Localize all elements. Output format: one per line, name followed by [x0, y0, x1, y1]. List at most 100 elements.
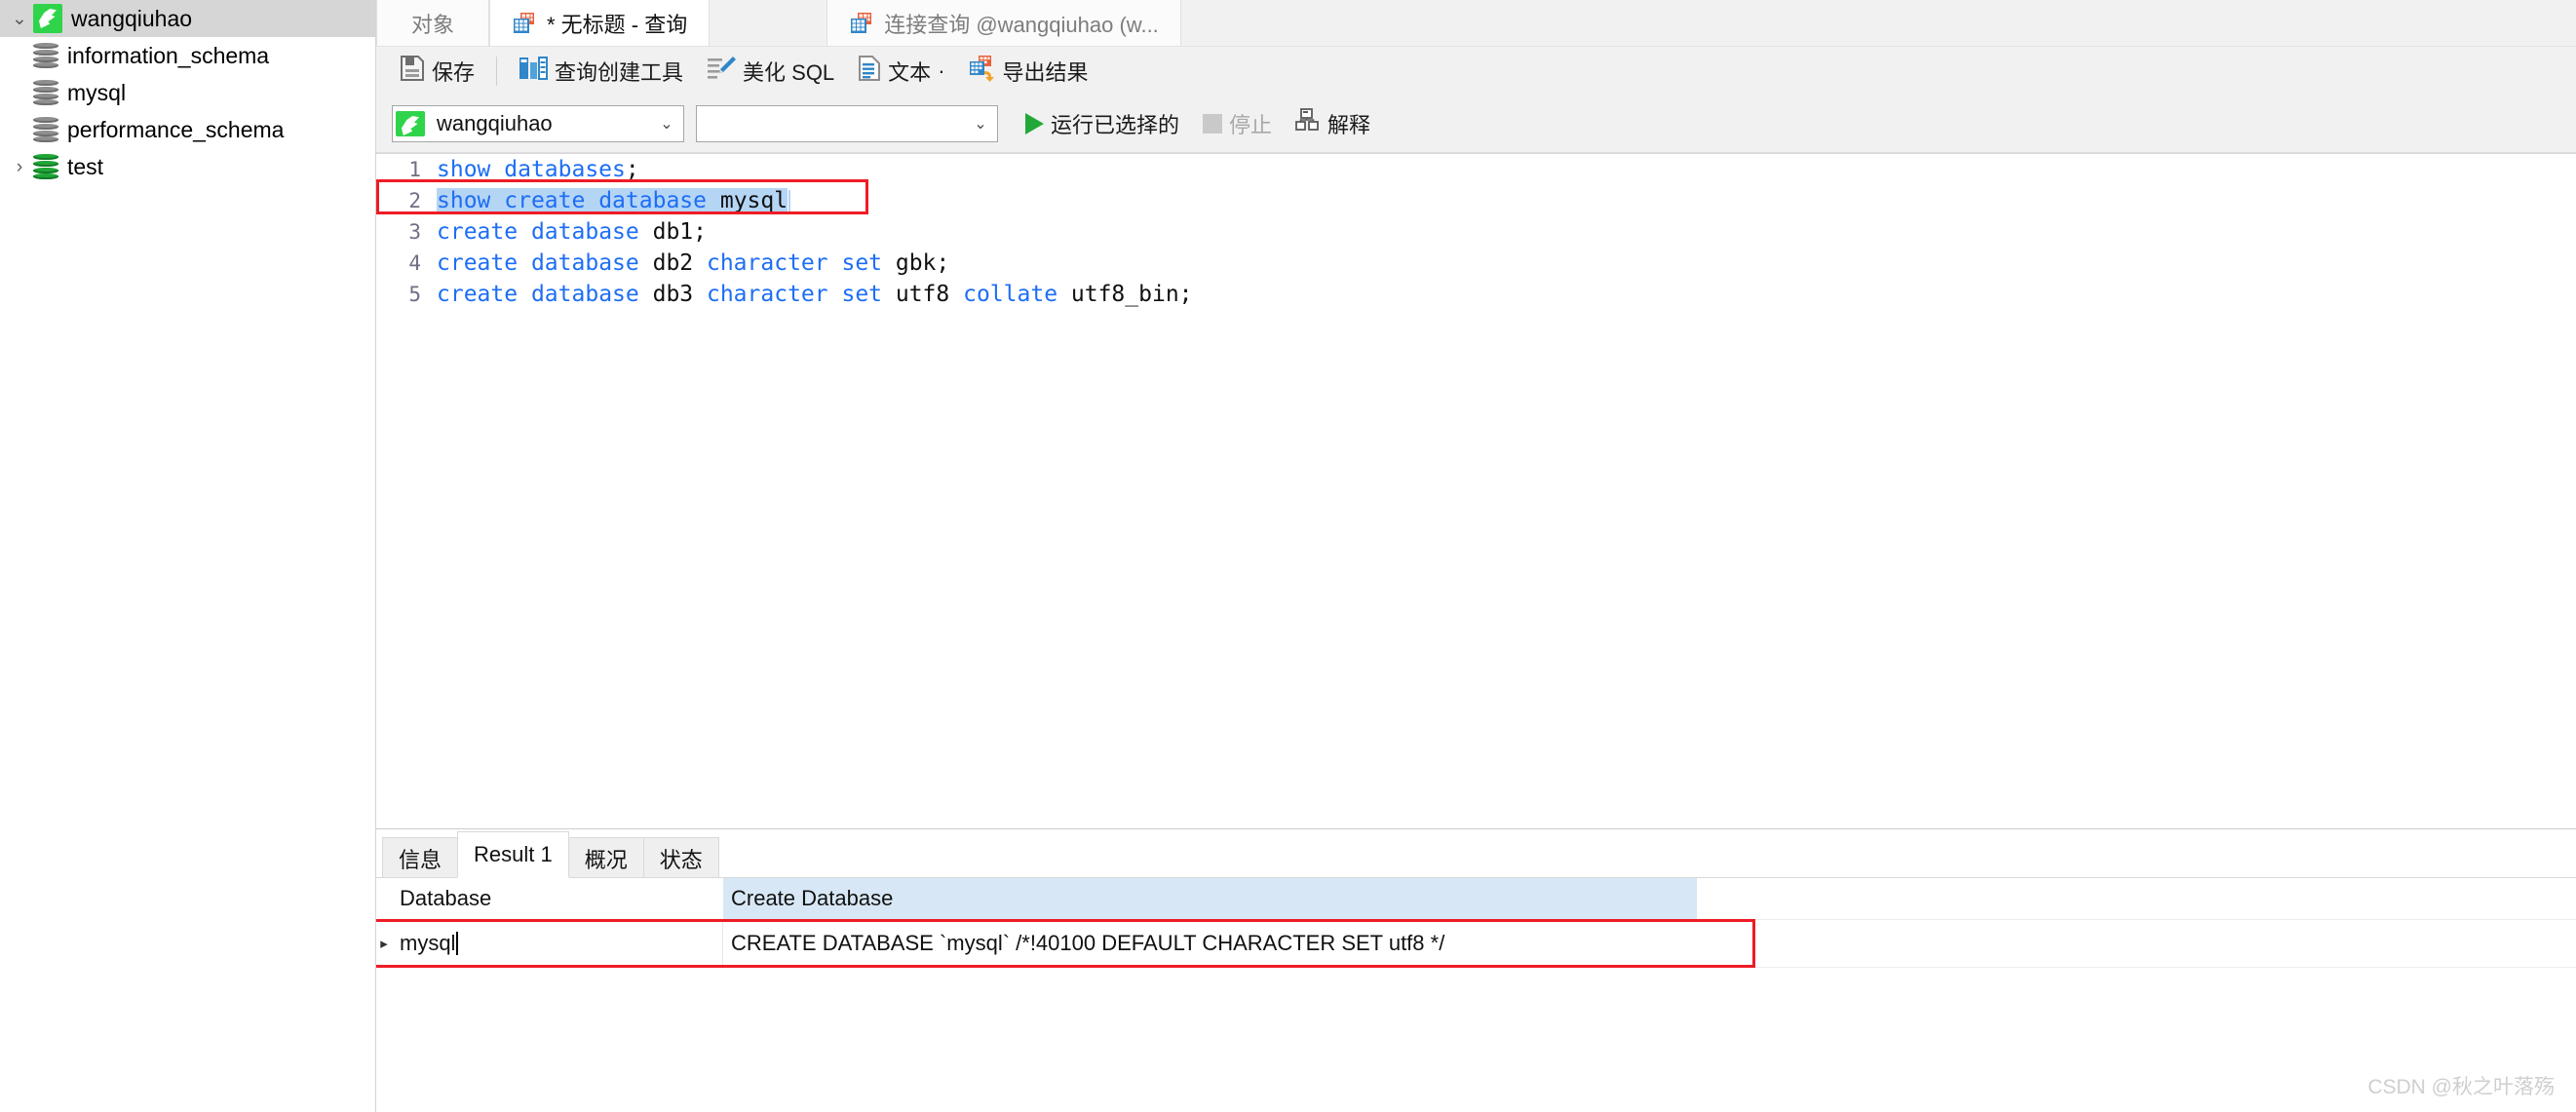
tree-item-connection[interactable]: ⌄ wangqiuhao: [0, 0, 375, 37]
database-select[interactable]: wangqiuhao ⌄: [392, 105, 684, 142]
query-builder-label: 查询创建工具: [555, 60, 684, 85]
code-line-1[interactable]: 1 show databases;: [376, 154, 2576, 185]
tab-label: * 无标题 - 查询: [547, 13, 688, 37]
result-tab-label: 状态: [659, 847, 703, 872]
connection-label: wangqiuhao: [71, 5, 193, 31]
tree-item-label: information_schema: [67, 42, 270, 68]
code-line-2[interactable]: 2 show create database mysql: [376, 185, 2576, 216]
toolbar-separator: [496, 57, 498, 86]
connection-tree-sidebar: ⌄ wangqiuhao › information_schema › mysq…: [0, 0, 376, 1112]
line-number: 4: [408, 251, 421, 275]
column-header-database[interactable]: Database: [392, 878, 723, 919]
result-tab-profile[interactable]: 概况: [567, 837, 644, 878]
code-text: create database db3 character set utf8 c…: [437, 282, 1193, 307]
database-icon: [33, 42, 58, 69]
tab-untitled-query[interactable]: * 无标题 - 查询: [489, 0, 711, 47]
result-grid[interactable]: Database Create Database ▸ mysql CREATE …: [376, 878, 2576, 1112]
result-grid-header: Database Create Database: [376, 878, 2576, 919]
save-label: 保存: [432, 60, 476, 85]
text-caret: [456, 932, 459, 955]
query-toolbar: 保存 查询创建工具 美化 SQL 文本 · 导出结果 wangqiuhao ⌄ …: [376, 47, 2576, 153]
text-label: 文本: [888, 60, 932, 85]
application-window: ⌄ wangqiuhao › information_schema › mysq…: [0, 0, 2576, 1112]
code-text: create database db1;: [437, 219, 707, 245]
cell-create-database[interactable]: CREATE DATABASE `mysql` /*!40100 DEFAULT…: [723, 920, 1698, 967]
stop-icon: [1203, 114, 1223, 134]
result-tab-info[interactable]: 信息: [382, 837, 459, 878]
tree-item-label: mysql: [67, 79, 127, 105]
tree-item-label: performance_schema: [67, 116, 285, 142]
toolbar-row-run: wangqiuhao ⌄ ⌄ 运行已选择的 停止 解释: [376, 96, 2576, 152]
beautify-sql-button[interactable]: 美化 SQL: [695, 52, 846, 91]
tab-spacer: [710, 0, 827, 47]
text-button[interactable]: 文本 ·: [846, 52, 956, 91]
stop-label: 停止: [1229, 113, 1273, 137]
code-line-3[interactable]: 3 create database db1;: [376, 216, 2576, 248]
line-number: 2: [408, 189, 421, 212]
result-tab-status[interactable]: 状态: [642, 837, 719, 878]
line-number: 5: [408, 283, 421, 306]
text-document-icon: [858, 55, 881, 88]
stop-button: 停止: [1191, 104, 1284, 143]
navicat-connection-icon: [396, 111, 425, 136]
cell-text: mysql: [400, 931, 456, 955]
save-button[interactable]: 保存: [388, 52, 486, 91]
result-tabstrip: 信息 Result 1 概况 状态: [376, 829, 2576, 878]
code-text: create database db2 character set gbk;: [437, 250, 950, 276]
toolbar-row-actions: 保存 查询创建工具 美化 SQL 文本 · 导出结果: [376, 47, 2576, 96]
text-dropdown-caret[interactable]: ·: [938, 58, 944, 84]
beautify-sql-icon: [707, 55, 737, 88]
result-tab-result1[interactable]: Result 1: [457, 831, 569, 878]
tab-objects[interactable]: 对象: [376, 0, 489, 47]
row-marker-spacer: [376, 878, 392, 919]
explain-icon: [1295, 108, 1321, 139]
tab-connection-query[interactable]: 连接查询 @wangqiuhao (w...: [827, 0, 1181, 47]
explain-button[interactable]: 解释: [1284, 104, 1382, 143]
code-text: show databases;: [437, 157, 639, 182]
beautify-sql-label: 美化 SQL: [743, 60, 835, 85]
query-builder-button[interactable]: 查询创建工具: [507, 52, 695, 91]
sql-editor-lines: 1 show databases; 2 show create database my…: [376, 154, 2576, 310]
chevron-down-icon[interactable]: ⌄: [964, 114, 997, 134]
result-tab-label: 信息: [399, 847, 442, 872]
result-panel: 信息 Result 1 概况 状态 Database Create Databa…: [376, 828, 2576, 1112]
run-selected-button[interactable]: 运行已选择的: [1014, 104, 1191, 143]
navicat-connection-icon: [33, 4, 62, 33]
cell-database[interactable]: mysql: [392, 920, 723, 967]
save-icon: [400, 55, 425, 88]
row-marker-icon: ▸: [380, 936, 388, 952]
play-icon: [1025, 113, 1044, 134]
watermark-text: CSDN @秋之叶落殇: [2367, 1076, 2555, 1098]
database-select-value: wangqiuhao: [437, 111, 553, 135]
tree-item-test[interactable]: › test: [0, 148, 375, 185]
code-line-4[interactable]: 4 create database db2 character set gbk;: [376, 248, 2576, 279]
query-icon: [849, 11, 874, 36]
explain-label: 解释: [1327, 113, 1371, 137]
code-line-5[interactable]: 5 create database db3 character set utf8 …: [376, 279, 2576, 310]
text-caret: [788, 189, 791, 213]
database-icon: [33, 79, 58, 106]
query-builder-icon: [519, 55, 549, 88]
export-result-button[interactable]: 导出结果: [957, 52, 1100, 91]
chevron-down-icon[interactable]: ⌄: [650, 114, 683, 134]
result-tab-label: 概况: [584, 847, 628, 872]
export-result-label: 导出结果: [1002, 60, 1089, 85]
sql-editor[interactable]: 1 show databases; 2 show create database my…: [376, 153, 2576, 828]
tab-label: 连接查询 @wangqiuhao (w...: [884, 13, 1159, 37]
database-icon-open: [33, 153, 58, 180]
tree-item-label: test: [67, 153, 104, 179]
chevron-right-icon[interactable]: ›: [6, 158, 33, 176]
export-result-icon: [969, 55, 996, 88]
tab-label: 对象: [410, 13, 454, 37]
code-text: show create database mysql: [433, 188, 791, 213]
query-icon: [512, 11, 537, 36]
line-number: 1: [408, 158, 421, 181]
chevron-down-icon[interactable]: ⌄: [6, 10, 33, 28]
table-row[interactable]: ▸ mysql CREATE DATABASE `mysql` /*!40100…: [376, 919, 2576, 968]
object-select[interactable]: ⌄: [696, 105, 998, 142]
tree-item-performance_schema[interactable]: › performance_schema: [0, 111, 375, 148]
tree-item-information_schema[interactable]: › information_schema: [0, 37, 375, 74]
column-header-create-database[interactable]: Create Database: [723, 878, 1698, 919]
tree-item-mysql[interactable]: › mysql: [0, 74, 375, 111]
line-number: 3: [408, 220, 421, 244]
